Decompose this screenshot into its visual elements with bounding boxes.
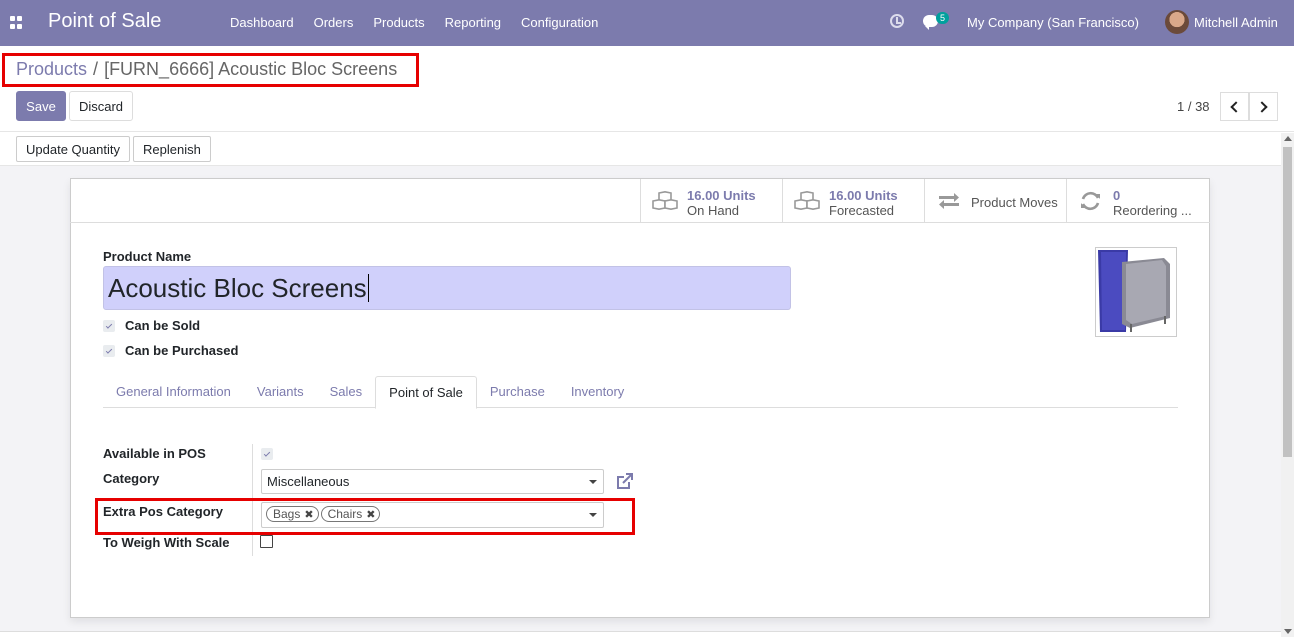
- caret-down-icon: [589, 480, 597, 484]
- on-hand-value: 16.00 Units: [687, 188, 756, 203]
- bottom-divider: [0, 631, 1281, 632]
- messaging-count-badge: 5: [936, 12, 950, 24]
- reordering-label: Reordering ...: [1113, 203, 1192, 218]
- check-icon: [263, 450, 271, 457]
- product-image[interactable]: [1095, 247, 1177, 337]
- user-menu[interactable]: Mitchell Admin: [1194, 15, 1278, 30]
- tab-inventory[interactable]: Inventory: [558, 376, 637, 408]
- menu-products[interactable]: Products: [363, 15, 434, 30]
- save-button[interactable]: Save: [16, 91, 66, 121]
- user-avatar[interactable]: [1165, 10, 1189, 34]
- forecasted-label: Forecasted: [829, 203, 895, 218]
- product-moves-label: Product Moves: [971, 195, 1058, 210]
- pager-next-button[interactable]: [1249, 92, 1278, 121]
- exchange-arrows-icon: [939, 193, 959, 209]
- product-moves-button[interactable]: Product Moves: [924, 179, 1066, 222]
- cubes-icon: [794, 191, 820, 211]
- breadcrumb-products-link[interactable]: Products: [16, 59, 87, 79]
- discard-button[interactable]: Discard: [69, 91, 133, 121]
- scroll-thumb[interactable]: [1283, 147, 1292, 457]
- menu-orders[interactable]: Orders: [304, 15, 364, 30]
- forecasted-button[interactable]: 16.00 Units Forecasted: [782, 179, 924, 222]
- tab-variants[interactable]: Variants: [244, 376, 317, 408]
- replenish-button[interactable]: Replenish: [133, 136, 211, 162]
- remove-tag-icon[interactable]: ✖: [366, 508, 375, 521]
- scroll-up-arrow-icon[interactable]: [1284, 136, 1292, 141]
- pager-previous-button[interactable]: [1220, 92, 1249, 121]
- top-navbar: Point of Sale Dashboard Orders Products …: [0, 0, 1294, 46]
- tag-chairs: Chairs ✖: [320, 506, 381, 522]
- product-name-input[interactable]: Acoustic Bloc Screens: [103, 266, 791, 310]
- notebook-tabs: General Information Variants Sales Point…: [103, 376, 1178, 409]
- menu-reporting[interactable]: Reporting: [435, 15, 511, 30]
- tag-chairs-label: Chairs: [327, 507, 363, 521]
- can-be-purchased-label: Can be Purchased: [125, 343, 239, 358]
- scroll-down-arrow-icon[interactable]: [1284, 629, 1292, 634]
- can-be-purchased-checkbox[interactable]: [103, 345, 115, 357]
- category-select[interactable]: Miscellaneous: [261, 469, 604, 494]
- app-brand[interactable]: Point of Sale: [48, 10, 161, 33]
- breadcrumb-separator: /: [93, 59, 99, 79]
- menu-configuration[interactable]: Configuration: [511, 15, 608, 30]
- caret-down-icon: [589, 513, 597, 517]
- text-caret: [367, 274, 369, 302]
- check-icon: [105, 322, 113, 329]
- control-panel-divider: [0, 131, 1294, 132]
- apps-menu-icon[interactable]: [10, 16, 23, 29]
- tab-sales[interactable]: Sales: [317, 376, 376, 408]
- activity-clock-icon[interactable]: [890, 14, 904, 28]
- on-hand-label: On Hand: [687, 203, 740, 218]
- product-name-value: Acoustic Bloc Screens: [108, 273, 367, 303]
- product-name-label: Product Name: [103, 249, 192, 264]
- tag-bags: Bags ✖: [266, 506, 319, 522]
- field-column-divider: [252, 444, 253, 556]
- update-quantity-button[interactable]: Update Quantity: [16, 136, 130, 162]
- can-be-sold-checkbox[interactable]: [103, 320, 115, 332]
- tab-general-information[interactable]: General Information: [103, 376, 244, 408]
- reordering-button[interactable]: 0 Reordering ...: [1066, 179, 1208, 222]
- reordering-value: 0: [1113, 188, 1121, 203]
- company-switcher[interactable]: My Company (San Francisco): [967, 15, 1139, 30]
- breadcrumb-current: [FURN_6666] Acoustic Bloc Screens: [104, 59, 398, 79]
- available-in-pos-label: Available in POS: [103, 446, 206, 461]
- on-hand-button[interactable]: 16.00 Units On Hand: [640, 179, 782, 222]
- to-weigh-with-scale-checkbox[interactable]: [260, 535, 273, 548]
- smart-button-box: 16.00 Units On Hand 16.00 Units Forecasted…: [640, 179, 1208, 222]
- main-menu: Dashboard Orders Products Reporting Conf…: [220, 15, 608, 30]
- to-weigh-with-scale-label: To Weigh With Scale: [103, 535, 230, 550]
- tag-bags-label: Bags: [273, 507, 301, 521]
- cubes-icon: [652, 191, 678, 211]
- tab-purchase[interactable]: Purchase: [477, 376, 558, 408]
- refresh-icon: [1081, 191, 1100, 211]
- acoustic-screen-picture: [1098, 250, 1170, 332]
- extra-pos-category-input[interactable]: Bags ✖ Chairs ✖: [261, 502, 604, 528]
- pager-value[interactable]: 1 / 38: [1177, 99, 1210, 114]
- category-value: Miscellaneous: [267, 474, 350, 489]
- can-be-sold-label: Can be Sold: [125, 318, 201, 333]
- menu-dashboard[interactable]: Dashboard: [220, 15, 304, 30]
- external-link-icon[interactable]: [615, 471, 635, 491]
- remove-tag-icon[interactable]: ✖: [304, 508, 313, 521]
- tab-point-of-sale[interactable]: Point of Sale: [375, 376, 477, 409]
- chevron-left-icon: [1230, 100, 1242, 113]
- breadcrumb: Products / [FURN_6666] Acoustic Bloc Scree…: [16, 59, 397, 80]
- button-box-divider: [70, 222, 1210, 223]
- forecasted-value: 16.00 Units: [829, 188, 898, 203]
- available-in-pos-checkbox[interactable]: [261, 448, 273, 460]
- check-icon: [105, 347, 113, 354]
- chevron-right-icon: [1256, 100, 1268, 113]
- vertical-scrollbar[interactable]: [1281, 133, 1294, 637]
- extra-pos-category-label: Extra Pos Category: [103, 504, 223, 519]
- category-label: Category: [103, 471, 160, 486]
